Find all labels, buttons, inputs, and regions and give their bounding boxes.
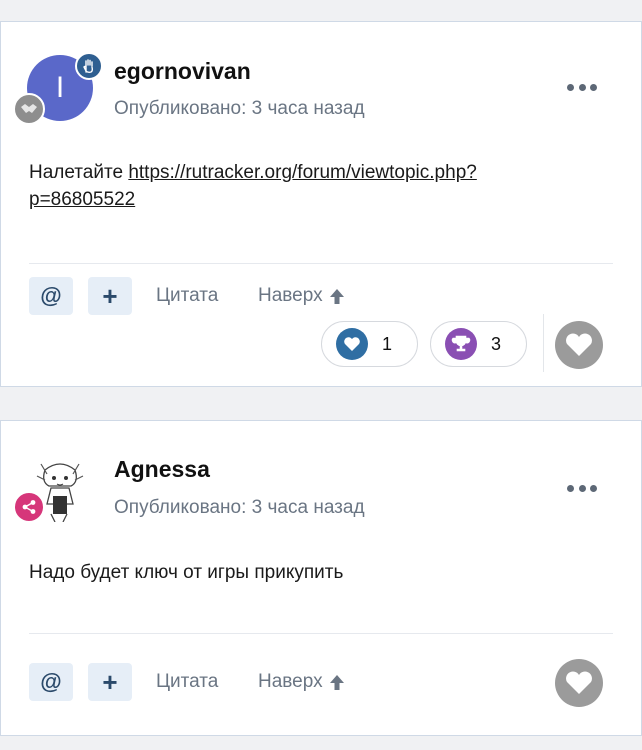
mention-button[interactable]: @	[29, 277, 73, 315]
like-button[interactable]	[555, 659, 603, 707]
quote-button[interactable]: Цитата	[156, 671, 218, 693]
reaction-count: 1	[382, 333, 393, 354]
username[interactable]: Agnessa	[114, 456, 210, 483]
published-time[interactable]: Опубликовано: 3 часа назад	[114, 497, 365, 519]
post-content: Надо будет ключ от игры прикупить	[29, 562, 344, 583]
post-text: Налетайте	[29, 162, 129, 183]
arrow-up-icon	[329, 289, 344, 304]
like-button[interactable]	[555, 321, 603, 369]
back-to-top-button[interactable]: Наверх	[258, 285, 345, 307]
avatar-letter: I	[55, 71, 65, 104]
divider	[29, 633, 613, 634]
back-to-top-button[interactable]: Наверх	[258, 671, 345, 693]
more-options-icon[interactable]	[567, 82, 597, 92]
handshake-icon	[13, 93, 45, 125]
post-agnessa: Agnessa Опубликовано: 3 часа назад Надо …	[0, 420, 642, 736]
published-time[interactable]: Опубликовано: 3 часа назад	[114, 98, 365, 120]
trophy-icon	[445, 328, 477, 360]
post-egornovivan: I egornovivan Опубликовано: 3 часа назад…	[0, 21, 642, 387]
multiquote-button[interactable]: +	[88, 663, 132, 701]
share-icon	[13, 491, 45, 523]
reaction-like[interactable]: 1	[321, 321, 418, 367]
heart-icon	[566, 671, 592, 694]
reaction-count: 3	[491, 333, 502, 354]
post-content: Налетайте https://rutracker.org/forum/vi…	[29, 159, 581, 213]
mention-button[interactable]: @	[29, 663, 73, 701]
more-options-icon[interactable]	[567, 483, 597, 493]
back-to-top-label: Наверх	[258, 671, 323, 692]
heart-icon	[336, 328, 368, 360]
separator	[543, 314, 544, 372]
quote-label: Цитата	[156, 671, 219, 692]
hand-icon	[75, 52, 103, 80]
quote-label: Цитата	[156, 285, 219, 306]
username[interactable]: egornovivan	[114, 58, 251, 85]
quote-button[interactable]: Цитата	[156, 285, 218, 307]
heart-icon	[566, 333, 592, 356]
multiquote-button[interactable]: +	[88, 277, 132, 315]
arrow-up-icon	[329, 675, 344, 690]
divider	[29, 263, 613, 264]
back-to-top-label: Наверх	[258, 285, 323, 306]
reaction-trophy[interactable]: 3	[430, 321, 527, 367]
